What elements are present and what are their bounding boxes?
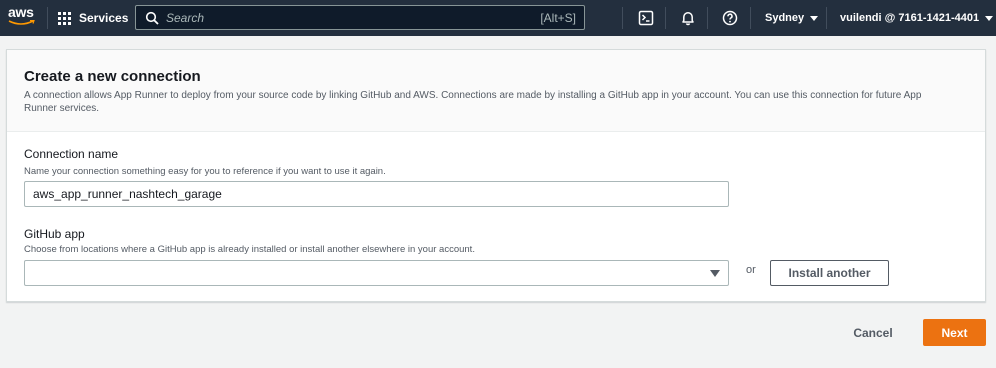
- cloudshell-icon: [638, 10, 654, 26]
- account-label: vuilendi @ 7161-1421-4401: [840, 12, 980, 24]
- aws-logo[interactable]: aws: [8, 4, 36, 30]
- nav-divider: [826, 7, 827, 29]
- account-menu[interactable]: vuilendi @ 7161-1421-4401: [840, 0, 994, 36]
- top-navigation-bar: aws Services [Alt+S]: [0, 0, 996, 36]
- connection-name-label: Connection name: [24, 147, 119, 161]
- services-label: Services: [79, 11, 129, 25]
- github-app-description: Choose from locations where a GitHub app…: [24, 244, 475, 255]
- panel-description: A connection allows App Runner to deploy…: [24, 90, 922, 114]
- github-app-label: GitHub app: [24, 227, 85, 241]
- nav-divider: [622, 7, 623, 29]
- panel-header: Create a new connection A connection all…: [7, 50, 985, 132]
- search-icon: [145, 11, 159, 25]
- services-grid-icon: [58, 11, 71, 25]
- nav-divider: [665, 7, 666, 29]
- cancel-button[interactable]: Cancel: [845, 320, 901, 346]
- caret-down-icon: [810, 15, 819, 21]
- bell-icon: [682, 12, 694, 26]
- nav-divider: [750, 7, 751, 29]
- connection-name-description: Name your connection something easy for …: [24, 166, 386, 177]
- panel-title: Create a new connection: [24, 68, 201, 85]
- aws-smile-icon: [8, 20, 35, 25]
- aws-logo-text: aws: [8, 4, 34, 20]
- region-selector[interactable]: Sydney: [765, 0, 819, 36]
- services-menu-button[interactable]: Services: [58, 0, 128, 36]
- github-app-select[interactable]: [24, 260, 729, 286]
- help-button[interactable]: [721, 9, 739, 27]
- nav-divider: [47, 7, 48, 29]
- create-connection-panel: Create a new connection A connection all…: [6, 49, 986, 302]
- install-another-button[interactable]: Install another: [770, 260, 889, 286]
- search-input[interactable]: [166, 6, 541, 29]
- or-separator-text: or: [746, 264, 756, 276]
- cloudshell-button[interactable]: [637, 9, 655, 27]
- connection-name-input[interactable]: [24, 181, 729, 207]
- next-button[interactable]: Next: [923, 319, 986, 346]
- search-bar[interactable]: [Alt+S]: [135, 5, 585, 30]
- nav-divider: [707, 7, 708, 29]
- caret-down-icon: [985, 15, 994, 21]
- help-icon: [722, 10, 738, 26]
- notifications-button[interactable]: [679, 9, 697, 27]
- region-label: Sydney: [765, 12, 805, 24]
- search-shortcut-hint: [Alt+S]: [540, 10, 576, 25]
- caret-down-icon: [710, 270, 720, 277]
